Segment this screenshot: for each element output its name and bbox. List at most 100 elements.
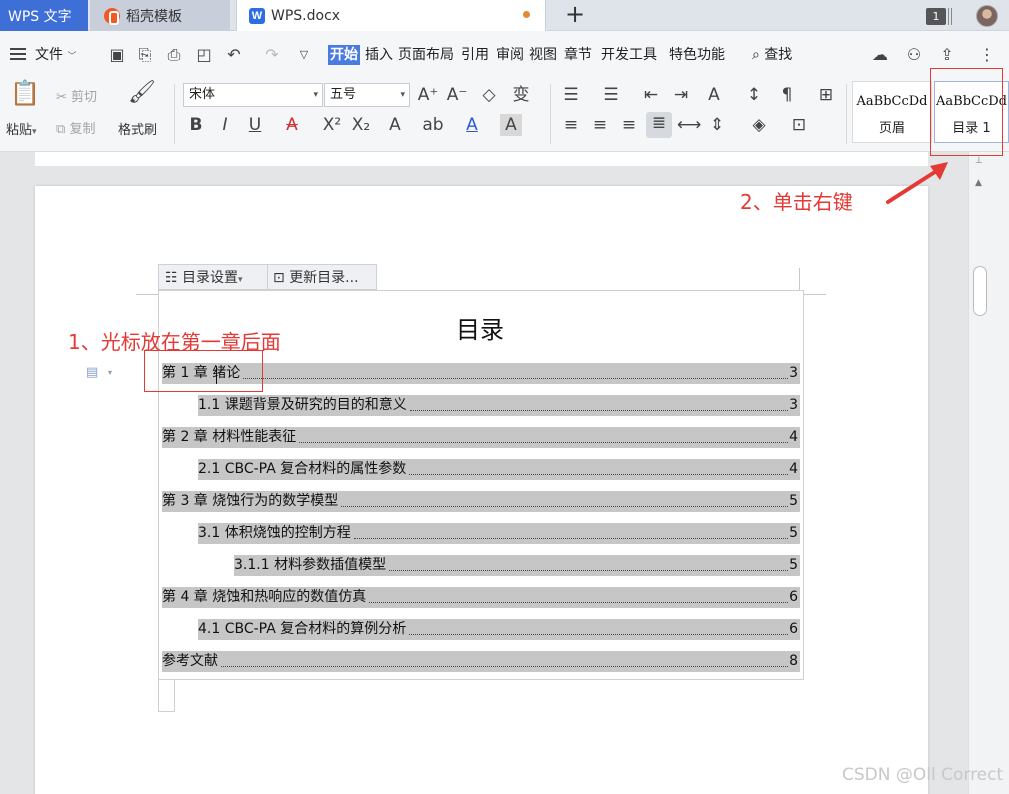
tab-templates[interactable]: 稻壳模板 (90, 0, 230, 31)
tab-document[interactable]: W WPS.docx (236, 0, 546, 31)
window-list-icon[interactable] (948, 8, 952, 25)
grow-font-icon[interactable]: A⁺ (417, 84, 439, 106)
tab-wps-writer[interactable]: WPS 文字 (0, 0, 88, 31)
toc-entry-page: 4 (789, 461, 798, 477)
bullets-icon[interactable]: ☰ (560, 84, 582, 106)
chinese-layout-icon[interactable]: A (703, 84, 725, 106)
more-options-icon[interactable]: ⋮ (977, 45, 997, 65)
menu-file[interactable]: 文件 ﹀ (35, 45, 76, 65)
watermark: CSDN @Oll Correct (842, 765, 1004, 785)
menu-references[interactable]: 引用 (461, 45, 489, 65)
paste-icon[interactable]: 📋 (10, 81, 40, 110)
export-icon[interactable]: ⎘ (135, 45, 155, 65)
toc-entry-leader (409, 619, 788, 635)
toc-entry[interactable]: 第 3 章 烧蚀行为的数学模型 5 (162, 491, 800, 512)
toc-entry[interactable]: 第 4 章 烧蚀和热响应的数值仿真 6 (162, 587, 800, 608)
print-preview-icon[interactable]: ◰ (194, 45, 214, 65)
search-label: 查找 (764, 47, 793, 63)
window-count-badge[interactable]: 1 (926, 8, 946, 25)
menu-home[interactable]: 开始 (328, 45, 360, 65)
sort-icon[interactable]: ↕ (743, 84, 765, 106)
tab-templates-label: 稻壳模板 (126, 8, 182, 25)
distribute-icon[interactable]: ⟷ (677, 114, 701, 136)
scroll-up-icon[interactable]: ▲ (975, 178, 982, 188)
toc-update-button[interactable]: ⊡ 更新目录... (273, 268, 359, 288)
scroll-thumb[interactable] (973, 266, 987, 316)
clear-format-icon[interactable]: ◇ (478, 84, 500, 106)
print-icon[interactable]: ⎙ (164, 45, 184, 65)
align-left-icon[interactable]: ≡ (560, 114, 582, 136)
new-tab-button[interactable]: + (562, 2, 588, 28)
borders-icon[interactable]: ⊡ (788, 114, 810, 136)
toc-entry[interactable]: 2.1 CBC-PA 复合材料的属性参数 4 (198, 459, 800, 480)
toc-entry[interactable]: 4.1 CBC-PA 复合材料的算例分析 6 (198, 619, 800, 640)
justify-icon[interactable]: ≣ (646, 112, 672, 138)
phonetic-guide-icon[interactable]: 变 (510, 84, 532, 106)
align-right-icon[interactable]: ≡ (618, 114, 640, 136)
vertical-scrollbar[interactable]: ⊥ ▲ (968, 152, 1009, 794)
share-user-icon[interactable]: ⚇ (904, 45, 924, 65)
toc-entry[interactable]: 3.1 体积烧蚀的控制方程 5 (198, 523, 800, 544)
italic-icon[interactable]: I (214, 114, 236, 136)
format-painter-icon[interactable]: 🖌 (128, 82, 156, 104)
copy-button[interactable]: ⧉ 复制 (56, 118, 95, 137)
save-icon[interactable]: ▣ (107, 45, 127, 65)
share-icon[interactable]: ⇪ (937, 45, 957, 65)
toc-entry[interactable]: 第 2 章 材料性能表征 4 (162, 427, 800, 448)
cloud-sync-icon[interactable]: ☁ (870, 45, 890, 65)
format-painter-button[interactable]: 格式刷 (118, 119, 157, 138)
subscript-icon[interactable]: X₂ (350, 114, 372, 136)
increase-indent-icon[interactable]: ⇥ (670, 84, 692, 106)
menu-special[interactable]: 特色功能 (669, 45, 725, 65)
undo-icon[interactable]: ↶ (224, 45, 244, 65)
align-center-icon[interactable]: ≡ (589, 114, 611, 136)
customize-toolbar-icon[interactable]: ▽ (294, 45, 314, 65)
show-marks-icon[interactable]: ¶ (776, 84, 798, 106)
chevron-down-icon[interactable]: ▾ (108, 368, 112, 377)
redo-icon[interactable]: ↷ (262, 45, 282, 65)
superscript-icon[interactable]: X² (321, 114, 343, 136)
previous-page-bottom (35, 152, 928, 166)
toc-entry-text: 2.1 CBC-PA 复合材料的属性参数 (198, 461, 407, 477)
menu-view[interactable]: 视图 (529, 45, 557, 65)
bold-icon[interactable]: B (185, 114, 207, 136)
menu-page-layout[interactable]: 页面布局 (398, 45, 454, 65)
shrink-font-icon[interactable]: A⁻ (446, 84, 468, 106)
chevron-down-icon: ▾ (400, 90, 405, 100)
style-header-label: 页眉 (878, 121, 905, 136)
menu-developer[interactable]: 开发工具 (601, 45, 657, 65)
hamburger-menu-icon[interactable] (10, 48, 26, 60)
highlight-icon[interactable]: ab (422, 114, 444, 136)
text-effect-icon[interactable]: A (384, 114, 406, 136)
toc-entry-page: 5 (789, 557, 798, 573)
table-icon[interactable]: ⊞ (815, 84, 837, 106)
decrease-indent-icon[interactable]: ⇤ (640, 84, 662, 106)
paragraph-options-icon[interactable]: ▤ (86, 365, 100, 381)
numbering-icon[interactable]: ☰ (600, 84, 622, 106)
underline-icon[interactable]: U (244, 114, 266, 136)
font-name-select[interactable]: 宋体 ▾ (183, 83, 323, 107)
shading-icon[interactable]: ◈ (748, 114, 770, 136)
cut-button[interactable]: ✂ 剪切 (56, 86, 97, 105)
search-button[interactable]: ⌕ 查找 (752, 45, 792, 65)
style-header[interactable]: AaBbCcDd 页眉 (852, 81, 932, 143)
ribbon-divider (174, 84, 175, 144)
char-shading-icon[interactable]: A (500, 114, 522, 136)
user-avatar[interactable] (976, 5, 998, 27)
toc-entry-page: 3 (789, 397, 798, 413)
paste-button[interactable]: 粘贴▾ (6, 119, 37, 138)
toc-entry[interactable]: 3.1.1 材料参数插值模型 5 (234, 555, 800, 576)
toc-entry-leader (299, 427, 788, 443)
toc-settings-button[interactable]: ☷ 目录设置▾ (165, 268, 243, 288)
title-tab-bar: WPS 文字 稻壳模板 W WPS.docx + 1 (0, 0, 1009, 31)
strikethrough-icon[interactable]: A (281, 114, 303, 136)
tab-wps-writer-label: WPS 文字 (8, 8, 72, 25)
font-size-select[interactable]: 五号 ▾ (324, 83, 410, 107)
toc-entry[interactable]: 1.1 课题背景及研究的目的和意义 3 (198, 395, 800, 416)
menu-insert[interactable]: 插入 (365, 45, 393, 65)
font-color-icon[interactable]: A (461, 114, 483, 136)
menu-section[interactable]: 章节 (564, 45, 592, 65)
line-spacing-icon[interactable]: ⇕ (706, 114, 728, 136)
menu-review[interactable]: 审阅 (496, 45, 524, 65)
toc-entry[interactable]: 参考文献 8 (162, 651, 800, 672)
